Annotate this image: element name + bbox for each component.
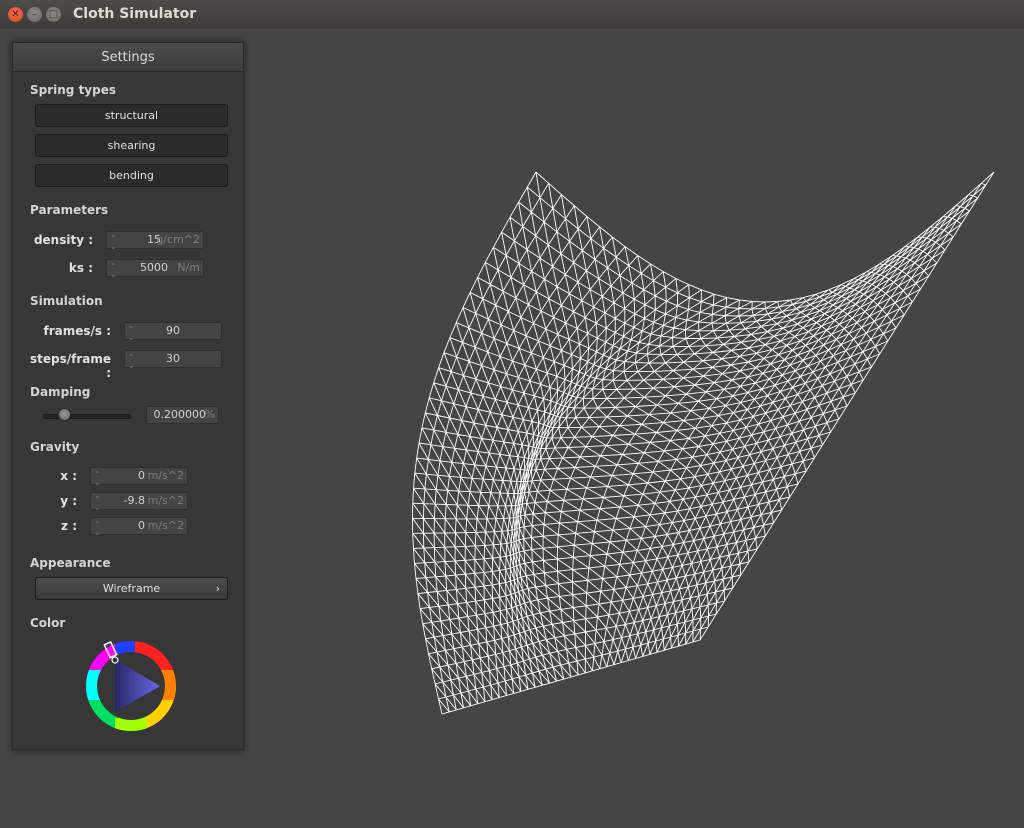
gravity-y-unit: m/s^2 [147,494,184,507]
appearance-selected: Wireframe [102,582,161,595]
bending-button[interactable]: bending [35,164,228,187]
ks-label: ks : [68,261,93,275]
spring-types-heading: Spring types [30,83,117,97]
fps-value: 90 [166,324,180,337]
ks-input[interactable]: ⌃ ⌄ 5000 N/m [106,259,204,279]
density-unit: g/cm^2 [156,233,200,246]
appearance-heading: Appearance [30,556,111,570]
parameters-heading: Parameters [30,203,109,217]
panel-title: Settings [13,43,243,72]
damping-slider-handle[interactable] [58,408,71,421]
spinner-arrows-icon[interactable]: ⌃ ⌄ [94,496,101,512]
fps-label: frames/s : [43,324,111,338]
gravity-z-label: z : [61,519,77,533]
steps-value: 30 [166,352,180,365]
gravity-y-input[interactable]: ⌃ ⌄ -9.8 m/s^2 [90,492,188,512]
fps-input[interactable]: ⌃ ⌄ 90 [124,322,222,342]
shearing-button[interactable]: shearing [35,134,228,157]
gravity-heading: Gravity [30,440,80,454]
steps-input[interactable]: ⌃ ⌄ 30 [124,350,222,370]
damping-unit: % [204,408,215,421]
spinner-arrows-icon[interactable]: ⌃ ⌄ [94,521,101,537]
maximize-icon[interactable]: □ [46,7,61,22]
density-input[interactable]: ⌃ ⌄ 15 g/cm^2 [106,231,204,251]
chevron-right-icon: › [215,582,220,595]
ks-unit: N/m [177,261,200,274]
color-wheel[interactable] [85,640,177,732]
title-bar: ✕ – □ Cloth Simulator [0,0,1024,29]
gravity-z-value: 0 [138,519,145,532]
density-label: density : [33,233,93,247]
steps-label: steps/frame : [29,352,111,380]
spinner-arrows-icon[interactable]: ⌃ ⌄ [110,235,117,251]
color-heading: Color [30,616,66,630]
mesh-edges [412,171,995,715]
structural-button[interactable]: structural [35,104,228,127]
gravity-x-label: x : [60,469,77,483]
spinner-arrows-icon[interactable]: ⌃ ⌄ [110,263,117,279]
damping-value: 0.200000 [153,408,207,421]
spinner-arrows-icon[interactable]: ⌃ ⌄ [94,471,101,487]
gravity-y-value: -9.8 [123,494,145,507]
gravity-z-input[interactable]: ⌃ ⌄ 0 m/s^2 [90,517,188,537]
appearance-dropdown[interactable]: Wireframe › [35,577,228,600]
simulation-heading: Simulation [30,294,103,308]
ks-value: 5000 [140,261,168,274]
gravity-y-label: y : [60,494,77,508]
damping-slider-track[interactable] [43,414,131,419]
settings-panel: Settings Spring types structural shearin… [12,42,244,750]
close-icon[interactable]: ✕ [8,7,23,22]
window-title: Cloth Simulator [73,6,197,22]
gravity-x-value: 0 [138,469,145,482]
damping-input[interactable]: 0.200000 % [146,406,219,424]
gravity-z-unit: m/s^2 [147,519,184,532]
minimize-icon[interactable]: – [27,7,42,22]
damping-heading: Damping [30,385,91,399]
gravity-x-input[interactable]: ⌃ ⌄ 0 m/s^2 [90,467,188,487]
gravity-x-unit: m/s^2 [147,469,184,482]
